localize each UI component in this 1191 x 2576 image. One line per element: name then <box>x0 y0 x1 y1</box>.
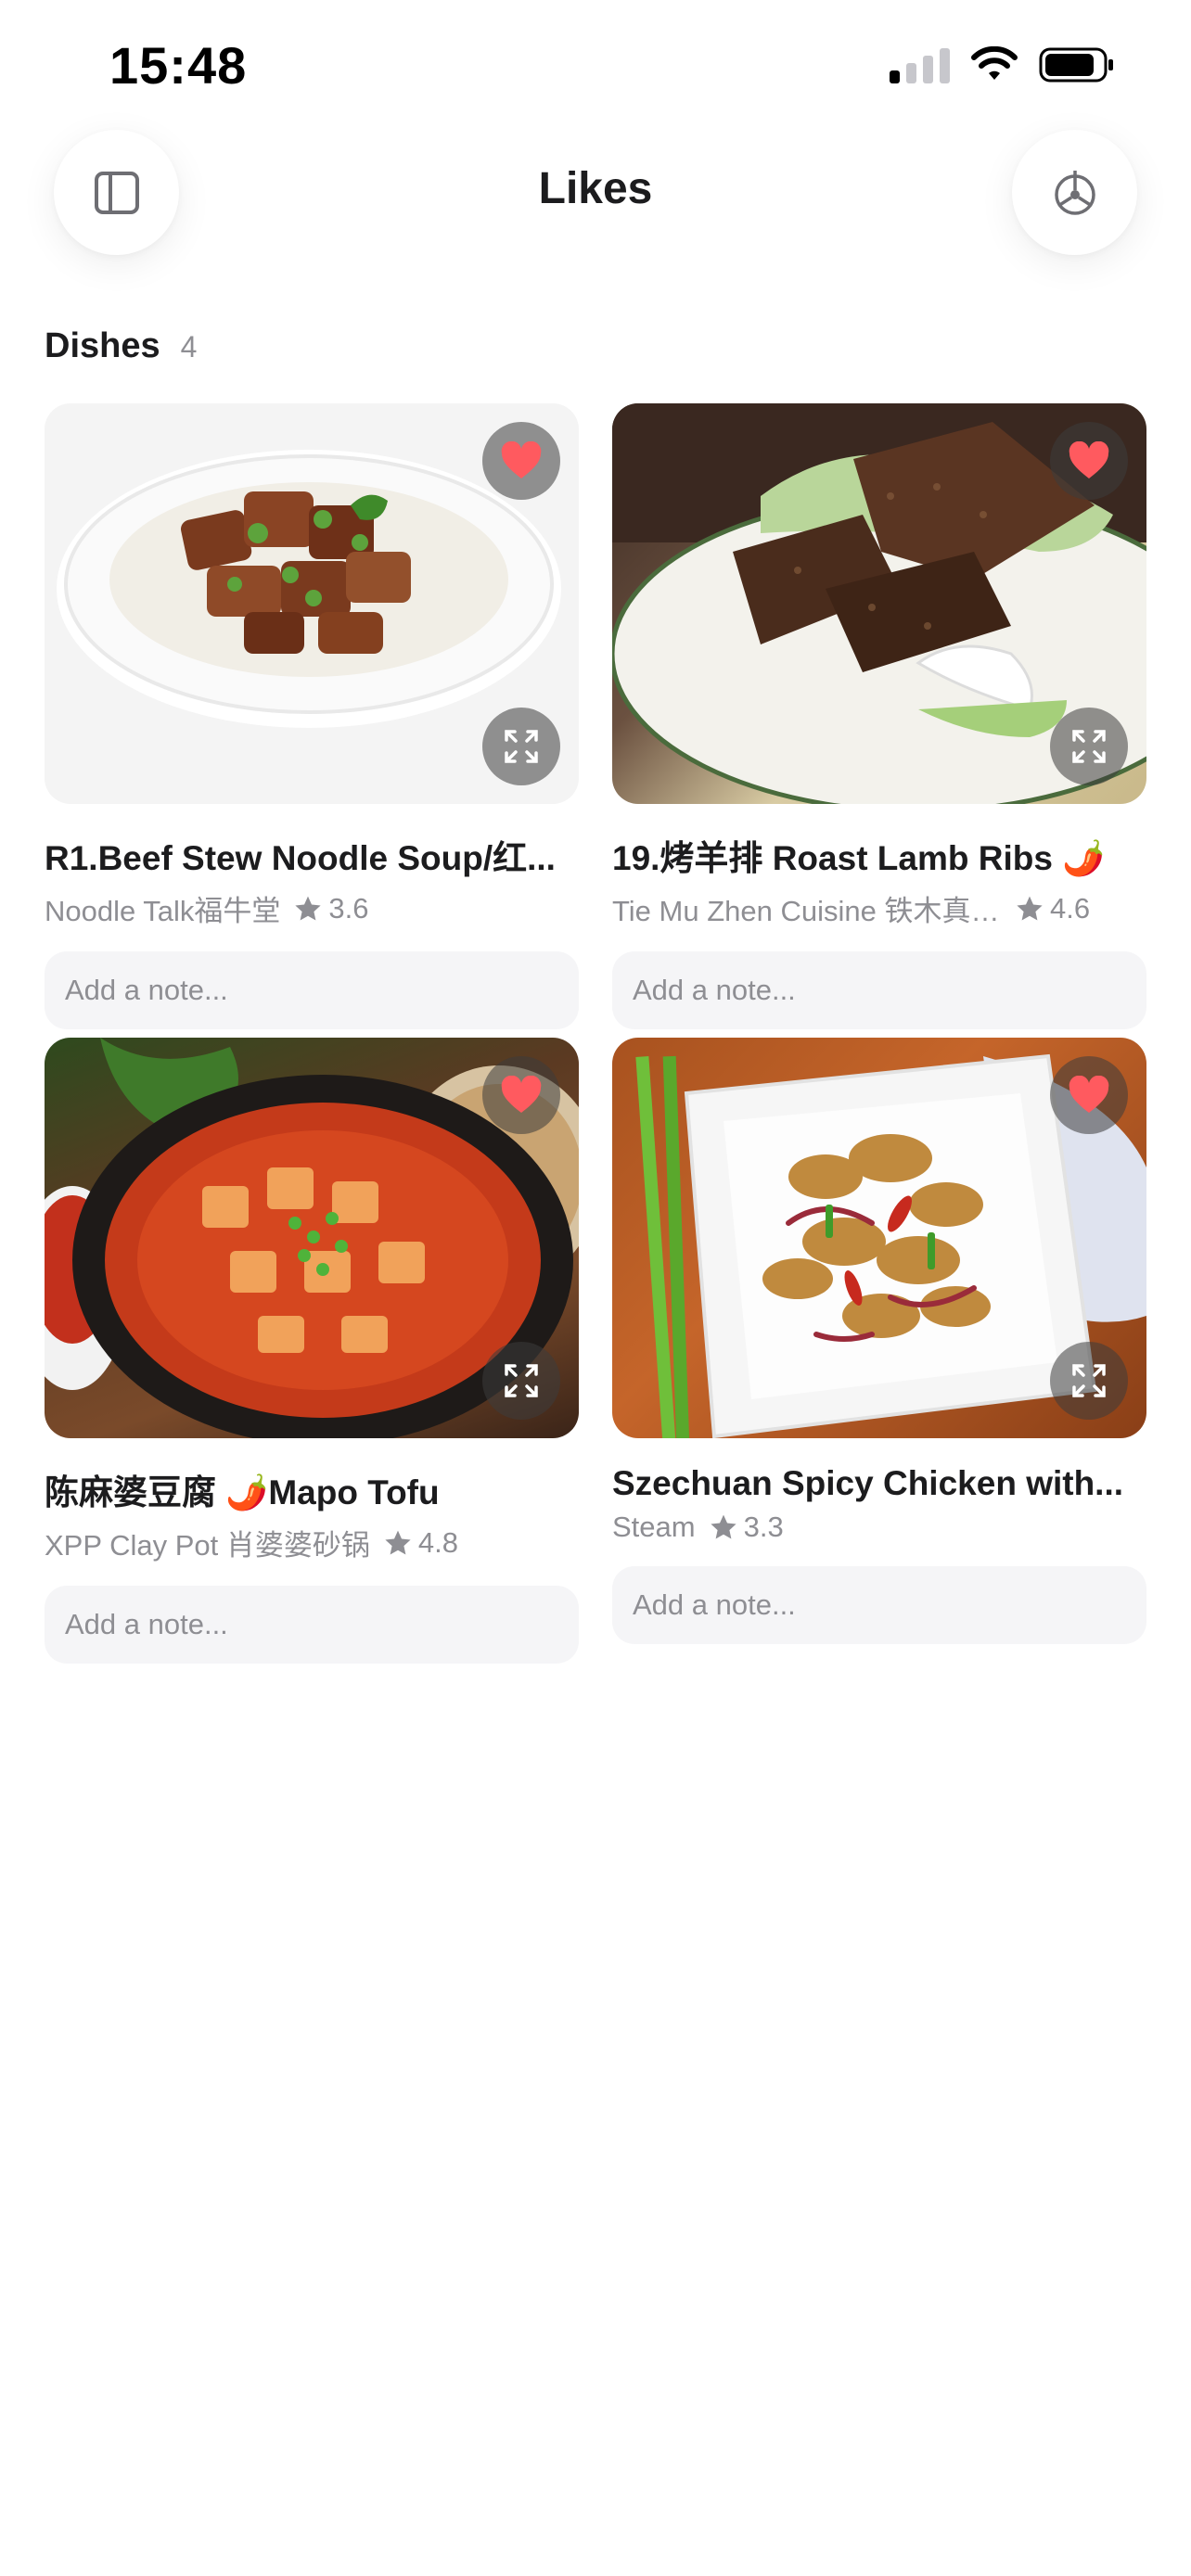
dish-card[interactable]: Szechuan Spicy Chicken with... Steam 3.3… <box>612 1038 1146 1644</box>
unlike-button[interactable] <box>482 1056 560 1134</box>
dish-meta: Steam 3.3 <box>612 1511 1146 1544</box>
section-title: Dishes <box>45 326 160 365</box>
restaurant-name[interactable]: XPP Clay Pot 肖婆婆砂锅 <box>45 1522 370 1563</box>
expand-photo-button[interactable] <box>482 1342 560 1420</box>
dish-name: Szechuan Spicy Chicken with... <box>612 1464 1124 1502</box>
heart-icon <box>501 441 542 478</box>
unlike-button[interactable] <box>1050 1056 1128 1134</box>
section-header: Dishes 4 <box>45 326 197 366</box>
rating: 3.3 <box>709 1511 784 1544</box>
likes-screen: 15:48 Likes Dishes 4 R1.Beef Stew Noodle… <box>0 0 1191 2576</box>
note-input[interactable]: Add a note... <box>45 951 579 1029</box>
rating: 4.8 <box>383 1526 458 1560</box>
dish-name: 陈麻婆豆腐 🌶️Mapo Tofu <box>45 1473 440 1511</box>
rating: 4.6 <box>1015 892 1090 925</box>
note-input[interactable]: Add a note... <box>45 1586 579 1664</box>
wifi-icon <box>970 46 1018 83</box>
section-count: 4 <box>180 330 198 363</box>
dish-meta: XPP Clay Pot 肖婆婆砂锅 4.8 <box>45 1522 579 1563</box>
expand-photo-button[interactable] <box>482 708 560 785</box>
expand-photo-button[interactable] <box>1050 708 1128 785</box>
heart-icon <box>1069 441 1109 478</box>
dish-photo[interactable] <box>612 403 1146 804</box>
header: Likes <box>0 130 1191 255</box>
dish-card[interactable]: R1.Beef Stew Noodle Soup/红... Noodle Tal… <box>45 403 579 1029</box>
dish-card[interactable]: 陈麻婆豆腐 🌶️Mapo Tofu XPP Clay Pot 肖婆婆砂锅 4.8… <box>45 1038 579 1664</box>
status-bar: 15:48 <box>0 0 1191 130</box>
dish-name: 19.烤羊排 Roast Lamb Ribs 🌶️ <box>612 839 1106 877</box>
star-icon <box>1017 896 1043 921</box>
dish-photo[interactable] <box>45 403 579 804</box>
status-time: 15:48 <box>109 36 248 95</box>
cellular-signal-icon <box>890 46 950 83</box>
note-input[interactable]: Add a note... <box>612 951 1146 1029</box>
dish-meta: Tie Mu Zhen Cuisine 铁木真内... 4.6 <box>612 887 1146 929</box>
expand-icon <box>1072 730 1106 763</box>
dish-meta: Noodle Talk福牛堂 3.6 <box>45 887 579 929</box>
unlike-button[interactable] <box>1050 422 1128 500</box>
heart-icon <box>501 1076 542 1113</box>
compass-icon <box>1054 170 1095 215</box>
restaurant-name[interactable]: Tie Mu Zhen Cuisine 铁木真内... <box>612 887 1002 929</box>
heart-icon <box>1069 1076 1109 1113</box>
expand-icon <box>1072 1364 1106 1397</box>
dish-photo[interactable] <box>45 1038 579 1438</box>
rating-value: 3.3 <box>743 1511 784 1543</box>
unlike-button[interactable] <box>482 422 560 500</box>
rating-value: 3.6 <box>328 891 369 925</box>
note-input[interactable]: Add a note... <box>612 1566 1146 1644</box>
star-icon <box>385 1530 411 1555</box>
rating-value: 4.6 <box>1050 891 1091 925</box>
rating: 3.6 <box>293 891 369 925</box>
restaurant-name[interactable]: Steam <box>612 1511 696 1544</box>
status-icons <box>890 46 1115 83</box>
expand-icon <box>505 1364 538 1397</box>
dish-name: R1.Beef Stew Noodle Soup/红... <box>45 839 556 877</box>
expand-icon <box>505 730 538 763</box>
dish-card[interactable]: 19.烤羊排 Roast Lamb Ribs 🌶️ Tie Mu Zhen Cu… <box>612 403 1146 1029</box>
dish-photo[interactable] <box>612 1038 1146 1438</box>
rating-value: 4.8 <box>417 1525 458 1559</box>
expand-photo-button[interactable] <box>1050 1342 1128 1420</box>
explore-button[interactable] <box>1012 130 1137 255</box>
star-icon <box>711 1514 736 1539</box>
battery-icon <box>1039 46 1115 83</box>
restaurant-name[interactable]: Noodle Talk福牛堂 <box>45 887 280 929</box>
star-icon <box>295 896 322 921</box>
